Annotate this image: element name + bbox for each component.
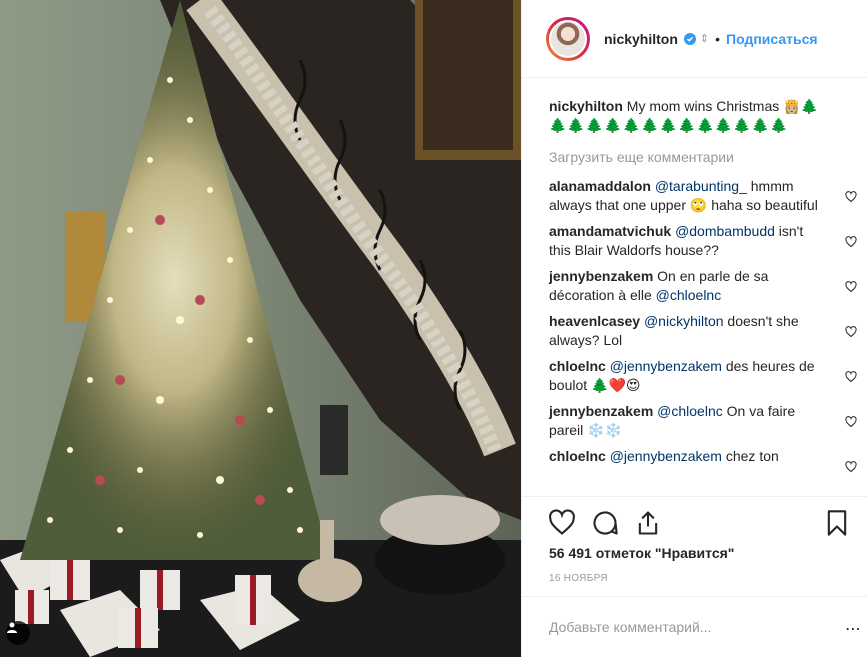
more-options-icon[interactable]: ⋯ — [845, 619, 862, 639]
person-icon — [7, 622, 17, 633]
post-header: nickyhilton ⇕ • Подписаться — [522, 0, 867, 78]
bookmark-save-icon[interactable] — [823, 509, 851, 537]
comment-mention[interactable]: @chloelnc — [657, 403, 723, 419]
list-item: jennybenzakem On en parle de sa décorati… — [549, 267, 857, 305]
comment-mention[interactable]: @jennybenzakem — [610, 358, 722, 374]
comment-username[interactable]: jennybenzakem — [549, 403, 653, 419]
like-comment-heart-icon[interactable] — [845, 416, 857, 428]
separator-dot: • — [715, 30, 721, 47]
comment-username[interactable]: chloelnc — [549, 448, 606, 464]
like-comment-heart-icon[interactable] — [845, 461, 857, 473]
comment-username[interactable]: chloelnc — [549, 358, 606, 374]
comment-text: chez ton — [721, 448, 779, 464]
avatar — [549, 19, 587, 58]
like-comment-heart-icon[interactable] — [845, 326, 857, 338]
load-more-comments-button[interactable]: Загрузить еще комментарии — [549, 149, 840, 165]
comment-username[interactable]: alanamaddalon — [549, 178, 651, 194]
verified-badge-icon — [683, 32, 696, 45]
like-comment-heart-icon[interactable] — [845, 281, 857, 293]
add-comment-bar: ⋯ — [522, 596, 867, 657]
follow-button[interactable]: Подписаться — [726, 31, 818, 47]
christmas-tree-image — [0, 0, 521, 657]
chevron-updown-icon[interactable]: ⇕ — [700, 32, 709, 45]
instagram-post: nickyhilton ⇕ • Подписаться nickyhilton … — [0, 0, 867, 657]
comment-username[interactable]: amandamatvichuk — [549, 223, 671, 239]
like-comment-heart-icon[interactable] — [845, 191, 857, 203]
caption-text: My mom wins Christmas 👸🏼🌲 — [626, 98, 819, 114]
comment-mention[interactable]: @jennybenzakem — [610, 448, 722, 464]
comment-username[interactable]: heavenlcasey — [549, 313, 640, 329]
like-comment-heart-icon[interactable] — [845, 236, 857, 248]
comment-mention[interactable]: @nickyhilton — [644, 313, 724, 329]
post-actions-bar — [522, 496, 867, 548]
list-item: chloelnc @jennybenzakem chez ton — [549, 447, 857, 473]
list-item: chloelnc @jennybenzakem des heures de bo… — [549, 357, 857, 395]
like-heart-icon[interactable] — [548, 508, 576, 537]
comments-list[interactable]: nickyhilton My mom wins Christmas 👸🏼🌲 🌲🌲… — [522, 79, 867, 495]
list-item: amandamatvichuk @dombambudd isn't this B… — [549, 222, 857, 260]
share-icon[interactable] — [634, 509, 662, 537]
like-comment-heart-icon[interactable] — [845, 371, 857, 383]
tagged-people-icon[interactable] — [6, 621, 30, 645]
comment-mention[interactable]: @tarabunting_ — [655, 178, 747, 194]
comment-mention[interactable]: @chloelnc — [656, 287, 722, 303]
post-sidebar: nickyhilton ⇕ • Подписаться nickyhilton … — [521, 0, 867, 657]
header-username[interactable]: nickyhilton — [604, 31, 678, 47]
comment-bubble-icon[interactable] — [591, 509, 619, 537]
caption-trees: 🌲🌲🌲🌲🌲🌲🌲🌲🌲🌲🌲🌲🌲 — [549, 117, 789, 133]
likes-count[interactable]: 56 491 отметок "Нравится" — [549, 545, 734, 561]
comment-mention[interactable]: @dombambudd — [675, 223, 775, 239]
comment-username[interactable]: jennybenzakem — [549, 268, 653, 284]
list-item: heavenlcasey @nickyhilton doesn't she al… — [549, 312, 857, 350]
comment-input[interactable] — [549, 619, 819, 635]
post-photo[interactable] — [0, 0, 521, 657]
avatar-story-ring[interactable] — [546, 16, 590, 61]
list-item: jennybenzakem @chloelnc On va faire pare… — [549, 402, 857, 440]
caption-username[interactable]: nickyhilton — [549, 98, 623, 114]
list-item: alanamaddalon @tarabunting_ hmmm always … — [549, 177, 857, 215]
post-caption: nickyhilton My mom wins Christmas 👸🏼🌲 🌲🌲… — [549, 97, 840, 135]
post-date[interactable]: 16 НОЯБРЯ — [549, 573, 608, 584]
